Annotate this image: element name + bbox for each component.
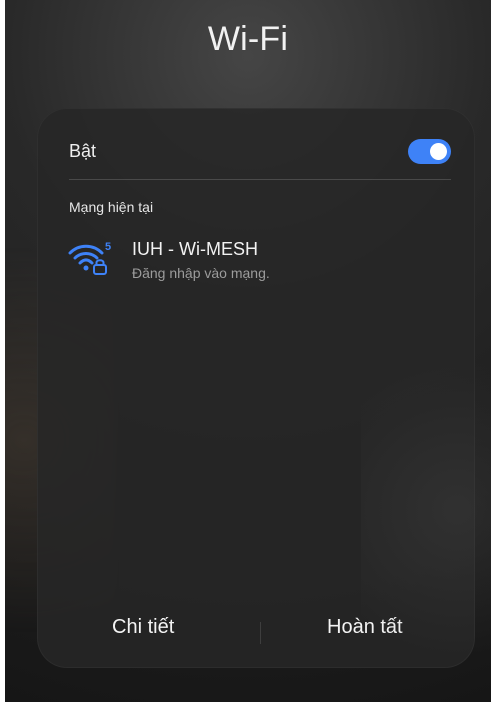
wifi-panel: Bật Mạng hiện tại 5 IUH - Wi-MESH Đăng n…: [37, 108, 475, 668]
wifi-toggle-row[interactable]: Bật: [69, 135, 451, 173]
network-status: Đăng nhập vào mạng.: [132, 265, 270, 281]
details-button[interactable]: Chi tiết: [112, 616, 174, 639]
page-title: Wi-Fi: [207, 20, 289, 58]
wifi-lock-icon: 5: [68, 241, 111, 275]
footer-divider: [260, 622, 261, 644]
wifi-quick-panel-screen: Wi-Fi Bật Mạng hiện tại 5 IUH - Wi-MESH …: [5, 0, 491, 702]
toggle-thumb: [430, 143, 447, 160]
current-network-section-label: Mạng hiện tại: [69, 199, 154, 215]
current-network-item[interactable]: 5 IUH - Wi-MESH Đăng nhập vào mạng.: [67, 234, 437, 286]
divider: [69, 179, 451, 180]
wifi-toggle-label: Bật: [69, 141, 97, 161]
done-button[interactable]: Hoàn tất: [327, 616, 403, 639]
wifi-band-label: 5: [105, 241, 111, 253]
panel-footer: Chi tiết Hoàn tất: [37, 606, 475, 668]
network-name: IUH - Wi-MESH: [132, 239, 258, 259]
wifi-toggle[interactable]: [408, 139, 451, 164]
